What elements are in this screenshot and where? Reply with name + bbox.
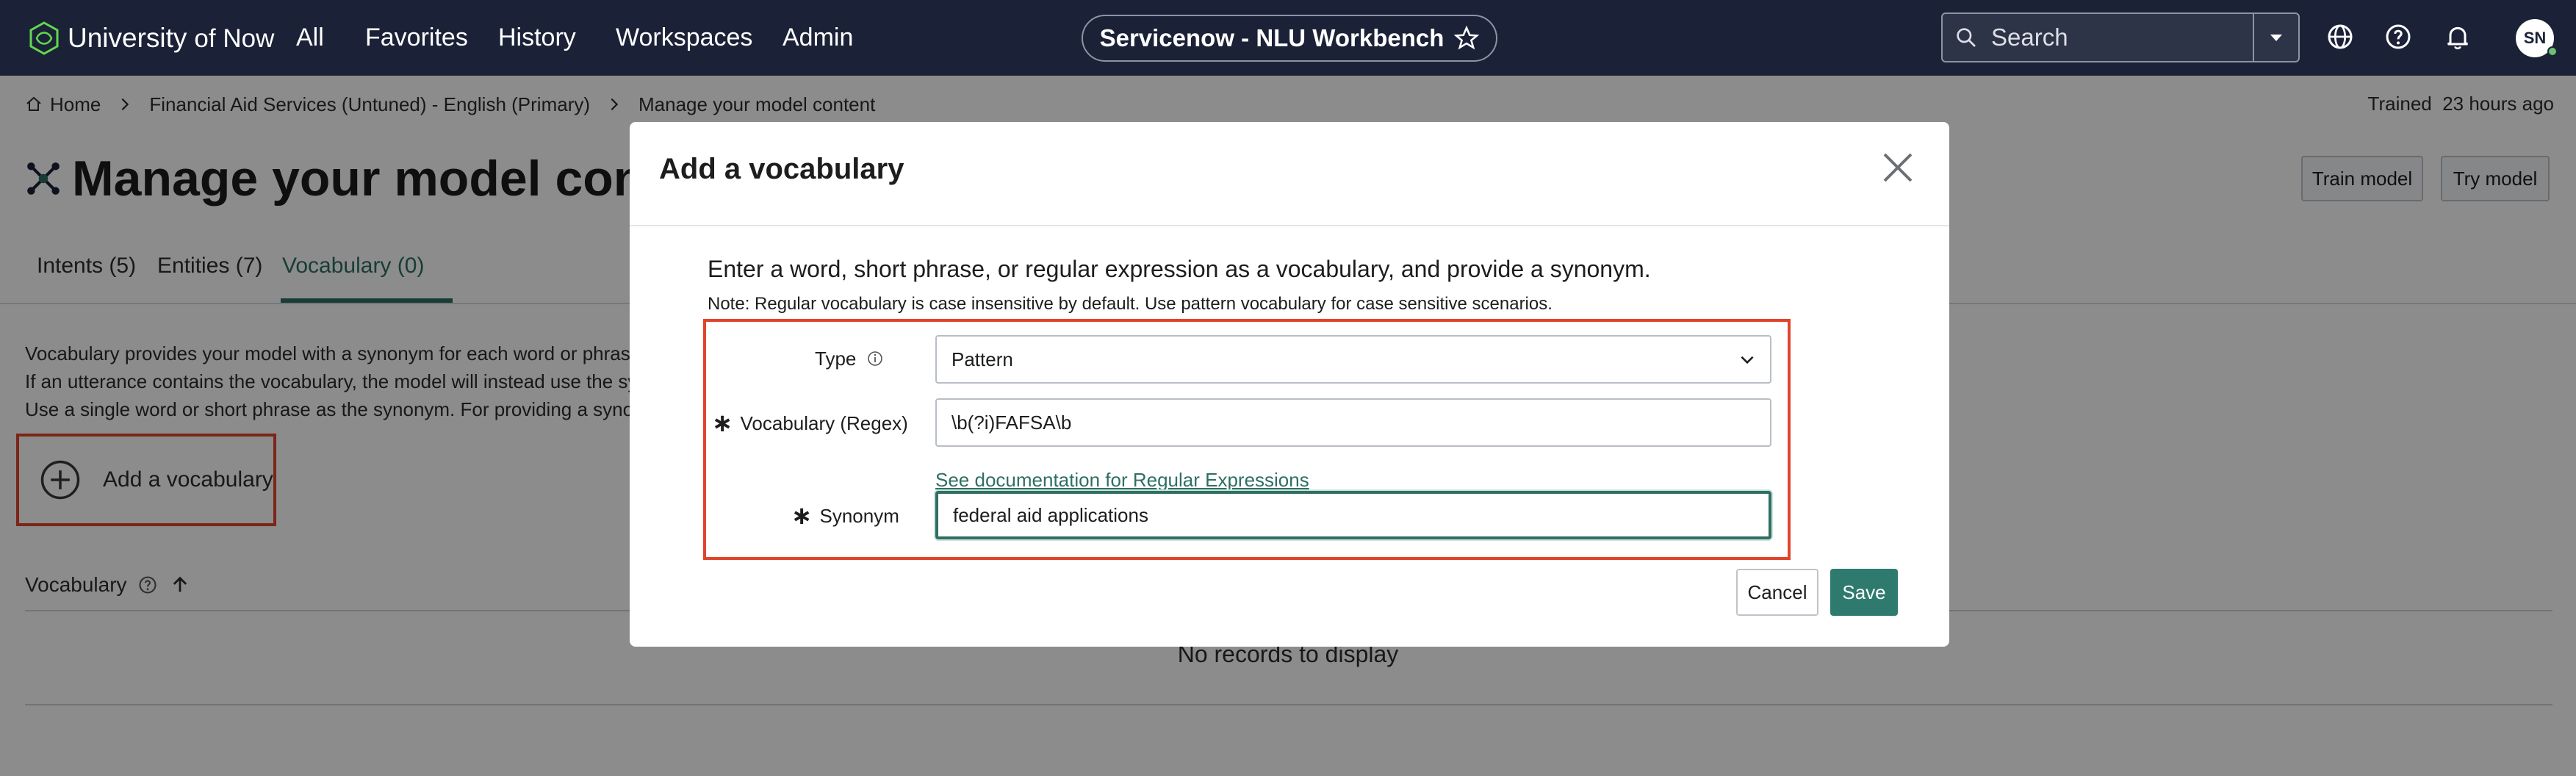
search-icon — [1957, 28, 1976, 47]
top-nav: University of Now All Favorites History W… — [0, 0, 2576, 76]
close-icon[interactable] — [1879, 148, 1917, 187]
nav-workspaces[interactable]: Workspaces — [616, 21, 752, 54]
dialog-title: Add a vocabulary — [659, 153, 904, 185]
regex-documentation-link[interactable]: See documentation for Regular Expression… — [935, 469, 1309, 492]
presence-indicator — [2547, 46, 2558, 57]
info-icon[interactable] — [866, 350, 884, 367]
vocabulary-form: Type Pattern ∗ Vocabulary (Regex) \b(?i)… — [703, 319, 1791, 560]
logo[interactable]: University of Now — [26, 19, 274, 57]
cancel-button[interactable]: Cancel — [1736, 569, 1818, 616]
nav-all[interactable]: All — [296, 21, 324, 54]
app-title-pill[interactable]: Servicenow - NLU Workbench — [1082, 15, 1497, 62]
type-select-value: Pattern — [951, 348, 1013, 370]
bell-icon[interactable] — [2443, 22, 2472, 51]
type-select[interactable]: Pattern — [935, 335, 1771, 384]
nav-history[interactable]: History — [498, 21, 576, 54]
save-button[interactable]: Save — [1830, 569, 1898, 616]
search-scope-dropdown[interactable] — [2253, 14, 2298, 61]
nav-favorites[interactable]: Favorites — [365, 21, 468, 54]
synonym-label-text: Synonym — [819, 504, 899, 527]
star-icon[interactable] — [1454, 26, 1480, 51]
type-label-text: Type — [815, 347, 857, 370]
global-search[interactable]: Search — [1941, 12, 2300, 62]
dialog-note: Note: Regular vocabulary is case insensi… — [708, 294, 1553, 314]
required-icon: ∗ — [791, 502, 813, 530]
required-icon: ∗ — [712, 409, 733, 437]
app-title: Servicenow - NLU Workbench — [1099, 24, 1444, 51]
globe-icon[interactable] — [2325, 22, 2355, 51]
add-vocabulary-dialog: Add a vocabulary Enter a word, short phr… — [630, 122, 1949, 647]
brand-name: University — [68, 23, 187, 53]
dialog-divider — [630, 225, 1949, 226]
synonym-input[interactable]: federal aid applications — [935, 491, 1771, 539]
synonym-label: ∗ Synonym — [791, 501, 899, 531]
help-icon[interactable] — [2383, 22, 2413, 51]
search-input[interactable]: Search — [1991, 24, 2253, 51]
dialog-intro: Enter a word, short phrase, or regular e… — [708, 256, 1651, 282]
logo-icon — [29, 21, 59, 55]
vocabulary-label: ∗ Vocabulary (Regex) — [712, 409, 908, 438]
brand-suffix: of Now — [194, 24, 275, 53]
type-label: Type — [815, 344, 884, 373]
chevron-down-icon — [1741, 356, 1754, 364]
nav-admin[interactable]: Admin — [782, 21, 853, 54]
vocabulary-input[interactable]: \b(?i)FAFSA\b — [935, 398, 1771, 447]
caret-down-icon — [2270, 35, 2282, 41]
vocabulary-label-text: Vocabulary (Regex) — [740, 412, 908, 434]
